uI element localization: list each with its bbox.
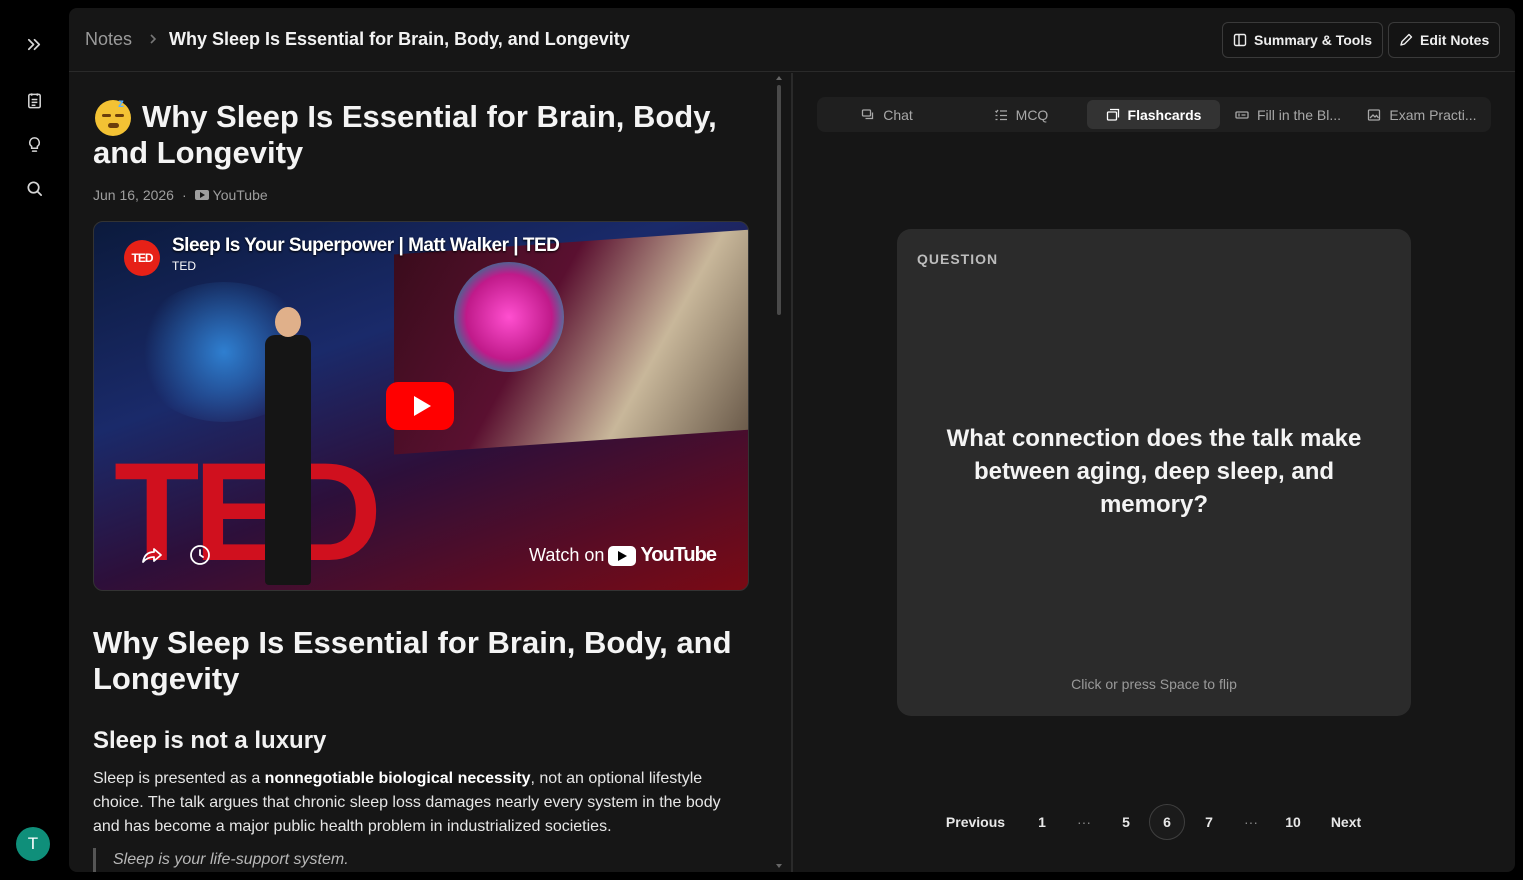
scroll-up-icon[interactable] [776,75,782,81]
image-icon [1368,108,1381,121]
pagination-ellipsis: ··· [1244,814,1258,830]
panel-icon [1233,33,1247,47]
watch-on-youtube-link[interactable]: Watch on YouTube [529,544,717,567]
note-panel[interactable]: z Why Sleep Is Essential for Brain, Body… [69,73,791,872]
pagination-page-7[interactable]: 7 [1191,804,1227,840]
scroll-down-icon[interactable] [776,863,782,869]
pagination-previous[interactable]: Previous [937,804,1014,840]
scroll-thumb[interactable] [777,85,781,315]
note-source: YouTube [212,187,268,203]
notes-icon[interactable] [21,87,47,113]
tab-fill-in-blank[interactable]: Fill in the Bl... [1223,100,1353,129]
note-scrollbar[interactable] [775,73,783,872]
panel-divider[interactable] [791,73,793,872]
blockquote: Sleep is your life-support system. [93,848,349,872]
pagination-ellipsis: ··· [1077,814,1091,830]
summary-tools-label: Summary & Tools [1254,32,1372,48]
tab-flashcards[interactable]: Flashcards [1087,100,1220,129]
top-bar: Notes Why Sleep Is Essential for Brain, … [69,8,1515,72]
video-title[interactable]: Sleep Is Your Superpower | Matt Walker |… [172,235,560,257]
tool-tabs: Chat MCQ Flashcards Fill in the Bl... Ex… [817,97,1491,132]
tab-exam-practice[interactable]: Exam Practi... [1356,100,1488,129]
breadcrumb-root[interactable]: Notes [85,29,132,50]
lightbulb-icon[interactable] [21,131,47,157]
note-title: Why Sleep Is Essential for Brain, Body, … [93,99,717,170]
play-button[interactable] [386,382,454,430]
flashcard-flip-hint: Click or press Space to flip [1071,676,1237,692]
note-heading: Why Sleep Is Essential for Brain, Body, … [93,625,732,696]
chat-icon [862,108,874,119]
edit-notes-button[interactable]: Edit Notes [1388,22,1501,58]
note-meta: Jun 16, 2026 · YouTube [93,187,268,203]
youtube-icon [194,190,209,200]
youtube-embed[interactable]: TED TED Sleep Is Your Superpower | Matt … [93,221,749,591]
tab-chat[interactable]: Chat [820,100,954,129]
user-avatar[interactable]: T [16,827,50,861]
summary-tools-button[interactable]: Summary & Tools [1222,22,1383,58]
cards-icon [1106,108,1119,121]
edit-notes-label: Edit Notes [1420,32,1490,48]
search-icon[interactable] [21,175,47,201]
video-channel[interactable]: TED [172,259,196,273]
chevron-right-icon [150,34,157,44]
main-frame: Notes Why Sleep Is Essential for Brain, … [69,8,1515,872]
note-date: Jun 16, 2026 [93,187,174,203]
section-title: Sleep is not a luxury [93,727,327,754]
pagination-page-5[interactable]: 5 [1108,804,1144,840]
blank-icon [1235,110,1249,119]
section-paragraph: Sleep is presented as a nonnegotiable bi… [93,770,721,835]
flashcard-side-label: QUESTION [917,251,999,267]
pencil-icon [1400,33,1413,46]
flashcard[interactable]: QUESTION What connection does the talk m… [897,229,1411,716]
ted-channel-logo[interactable]: TED [124,240,160,276]
pagination-next[interactable]: Next [1321,804,1371,840]
watch-on-label: Watch on [529,545,605,565]
youtube-logo-icon [608,545,637,566]
youtube-wordmark: YouTube [640,544,717,566]
expand-sidebar-icon[interactable] [21,31,47,57]
meta-separator: · [181,187,187,203]
share-icon[interactable] [140,544,164,568]
virus-image [454,262,564,372]
list-icon [994,109,1007,120]
tab-mcq[interactable]: MCQ [954,100,1088,129]
pagination-page-10[interactable]: 10 [1275,804,1311,840]
icon-rail: T [0,0,69,880]
watch-later-icon[interactable] [188,543,212,567]
speaker-figure [259,307,319,587]
pagination-page-1[interactable]: 1 [1024,804,1060,840]
breadcrumb-current: Why Sleep Is Essential for Brain, Body, … [169,29,630,49]
pagination-page-6-current[interactable]: 6 [1149,804,1185,840]
flashcard-question: What connection does the talk make betwe… [946,425,1362,518]
